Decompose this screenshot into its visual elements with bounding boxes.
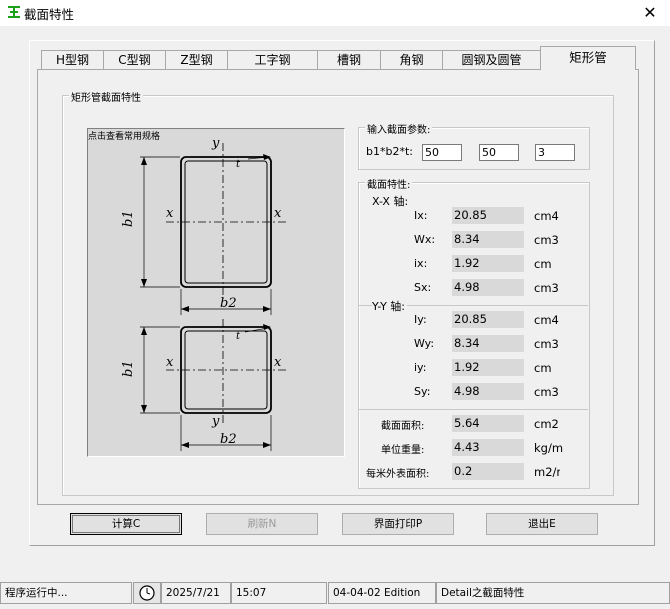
- status-date: 2025/7/21: [161, 582, 231, 604]
- iy-moment-value: 20.85: [452, 311, 524, 328]
- status-text: 程序运行中...: [0, 582, 132, 604]
- t-input[interactable]: 3: [535, 144, 575, 161]
- thickness-label-bottom: t: [236, 331, 241, 342]
- ix-radius-value: 1.92: [452, 255, 524, 272]
- wx-label: Wx:: [414, 233, 436, 246]
- section-group-title: 矩形管截面特性: [69, 89, 143, 104]
- ix-moment-unit: cm4: [534, 209, 559, 223]
- status-version: 04-04-02 Edition: [328, 582, 436, 604]
- weight-label: 单位重量:: [381, 445, 425, 456]
- wx-value: 8.34: [452, 231, 524, 248]
- tab-h-steel[interactable]: H型钢: [41, 50, 104, 69]
- iy-moment-label: Iy:: [414, 313, 427, 326]
- ix-radius-label: ix:: [414, 257, 428, 270]
- refresh-button[interactable]: 刷新N: [206, 513, 318, 535]
- axis-x-label-right-2: x: [274, 355, 282, 370]
- area-unit: cm2: [534, 417, 559, 431]
- xx-axis-title: X-X 轴:: [372, 195, 409, 208]
- ix-moment-value: 20.85: [452, 207, 524, 224]
- tab-angle[interactable]: 角钢: [380, 50, 443, 69]
- rect-pipe-drawing: y x x t b1 b2 x x t b1 y b2: [121, 136, 288, 451]
- props-group-title: 截面特性:: [365, 176, 413, 191]
- title-bar: 截面特性 ✕: [0, 0, 670, 26]
- status-detail: Detail之截面特性: [436, 582, 670, 604]
- calculate-button[interactable]: 计算C: [70, 513, 182, 535]
- sx-unit: cm3: [534, 281, 559, 295]
- tab-z-steel[interactable]: Z型钢: [165, 50, 228, 69]
- print-button[interactable]: 界面打印P: [342, 513, 454, 535]
- ix-moment-label: Ix:: [414, 209, 428, 222]
- iy-moment-unit: cm4: [534, 313, 559, 327]
- iy-radius-unit: cm: [534, 361, 552, 375]
- surface-area-value: 0.2: [452, 463, 524, 480]
- b2-label-top: b2: [220, 296, 237, 311]
- divider-2: [359, 409, 588, 410]
- wy-unit: cm3: [534, 337, 559, 351]
- clock-icon: [133, 582, 161, 604]
- weight-value: 4.43: [452, 439, 524, 456]
- axis-x-label-left-2: x: [166, 355, 174, 370]
- b1-input[interactable]: 50: [422, 144, 462, 161]
- area-label: 截面面积:: [381, 421, 425, 432]
- axis-x-label-left: x: [166, 206, 174, 221]
- b2-input[interactable]: 50: [479, 144, 519, 161]
- sx-value: 4.98: [452, 279, 524, 296]
- tab-i-beam[interactable]: 工字钢: [227, 50, 318, 69]
- close-button[interactable]: ✕: [630, 0, 670, 26]
- sy-label: Sy:: [414, 385, 431, 398]
- surface-area-unit: m2/m: [534, 465, 560, 479]
- axis-y-label-top: y: [211, 136, 220, 151]
- tab-c-steel[interactable]: C型钢: [103, 50, 166, 69]
- sy-value: 4.98: [452, 383, 524, 400]
- status-time: 15:07: [231, 582, 327, 604]
- params-group-title: 输入截面参数:: [365, 121, 433, 136]
- params-label: b1*b2*t:: [366, 145, 413, 158]
- surface-area-label: 每米外表面积:: [366, 469, 430, 480]
- axis-y-label-bottom: y: [211, 414, 220, 429]
- tab-rect-pipe[interactable]: 矩形管: [540, 46, 636, 70]
- wy-label: Wy:: [414, 337, 435, 350]
- sy-unit: cm3: [534, 385, 559, 399]
- view-specs-label[interactable]: 点击查看常用规格: [88, 129, 160, 142]
- weight-unit: kg/m: [534, 441, 564, 455]
- section-diagram[interactable]: y x x t b1 b2 x x t b1 y b2: [87, 128, 345, 457]
- tab-round-pipe[interactable]: 圆钢及圆管: [442, 50, 541, 69]
- exit-button[interactable]: 退出E: [486, 513, 598, 535]
- area-value: 5.64: [452, 415, 524, 432]
- wx-unit: cm3: [534, 233, 559, 247]
- app-icon: [8, 6, 20, 18]
- tab-channel[interactable]: 槽钢: [317, 50, 381, 69]
- iy-radius-value: 1.92: [452, 359, 524, 376]
- yy-axis-title: Y-Y 轴:: [372, 298, 407, 314]
- b2-label-bottom: b2: [220, 432, 237, 447]
- wy-value: 8.34: [452, 335, 524, 352]
- sx-label: Sx:: [414, 281, 432, 294]
- b1-label-bottom: b1: [121, 360, 136, 377]
- window-title: 截面特性: [24, 7, 75, 22]
- axis-x-label-right: x: [274, 206, 282, 221]
- ix-radius-unit: cm: [534, 257, 552, 271]
- iy-radius-label: iy:: [414, 361, 427, 374]
- b1-label-top: b1: [121, 210, 136, 227]
